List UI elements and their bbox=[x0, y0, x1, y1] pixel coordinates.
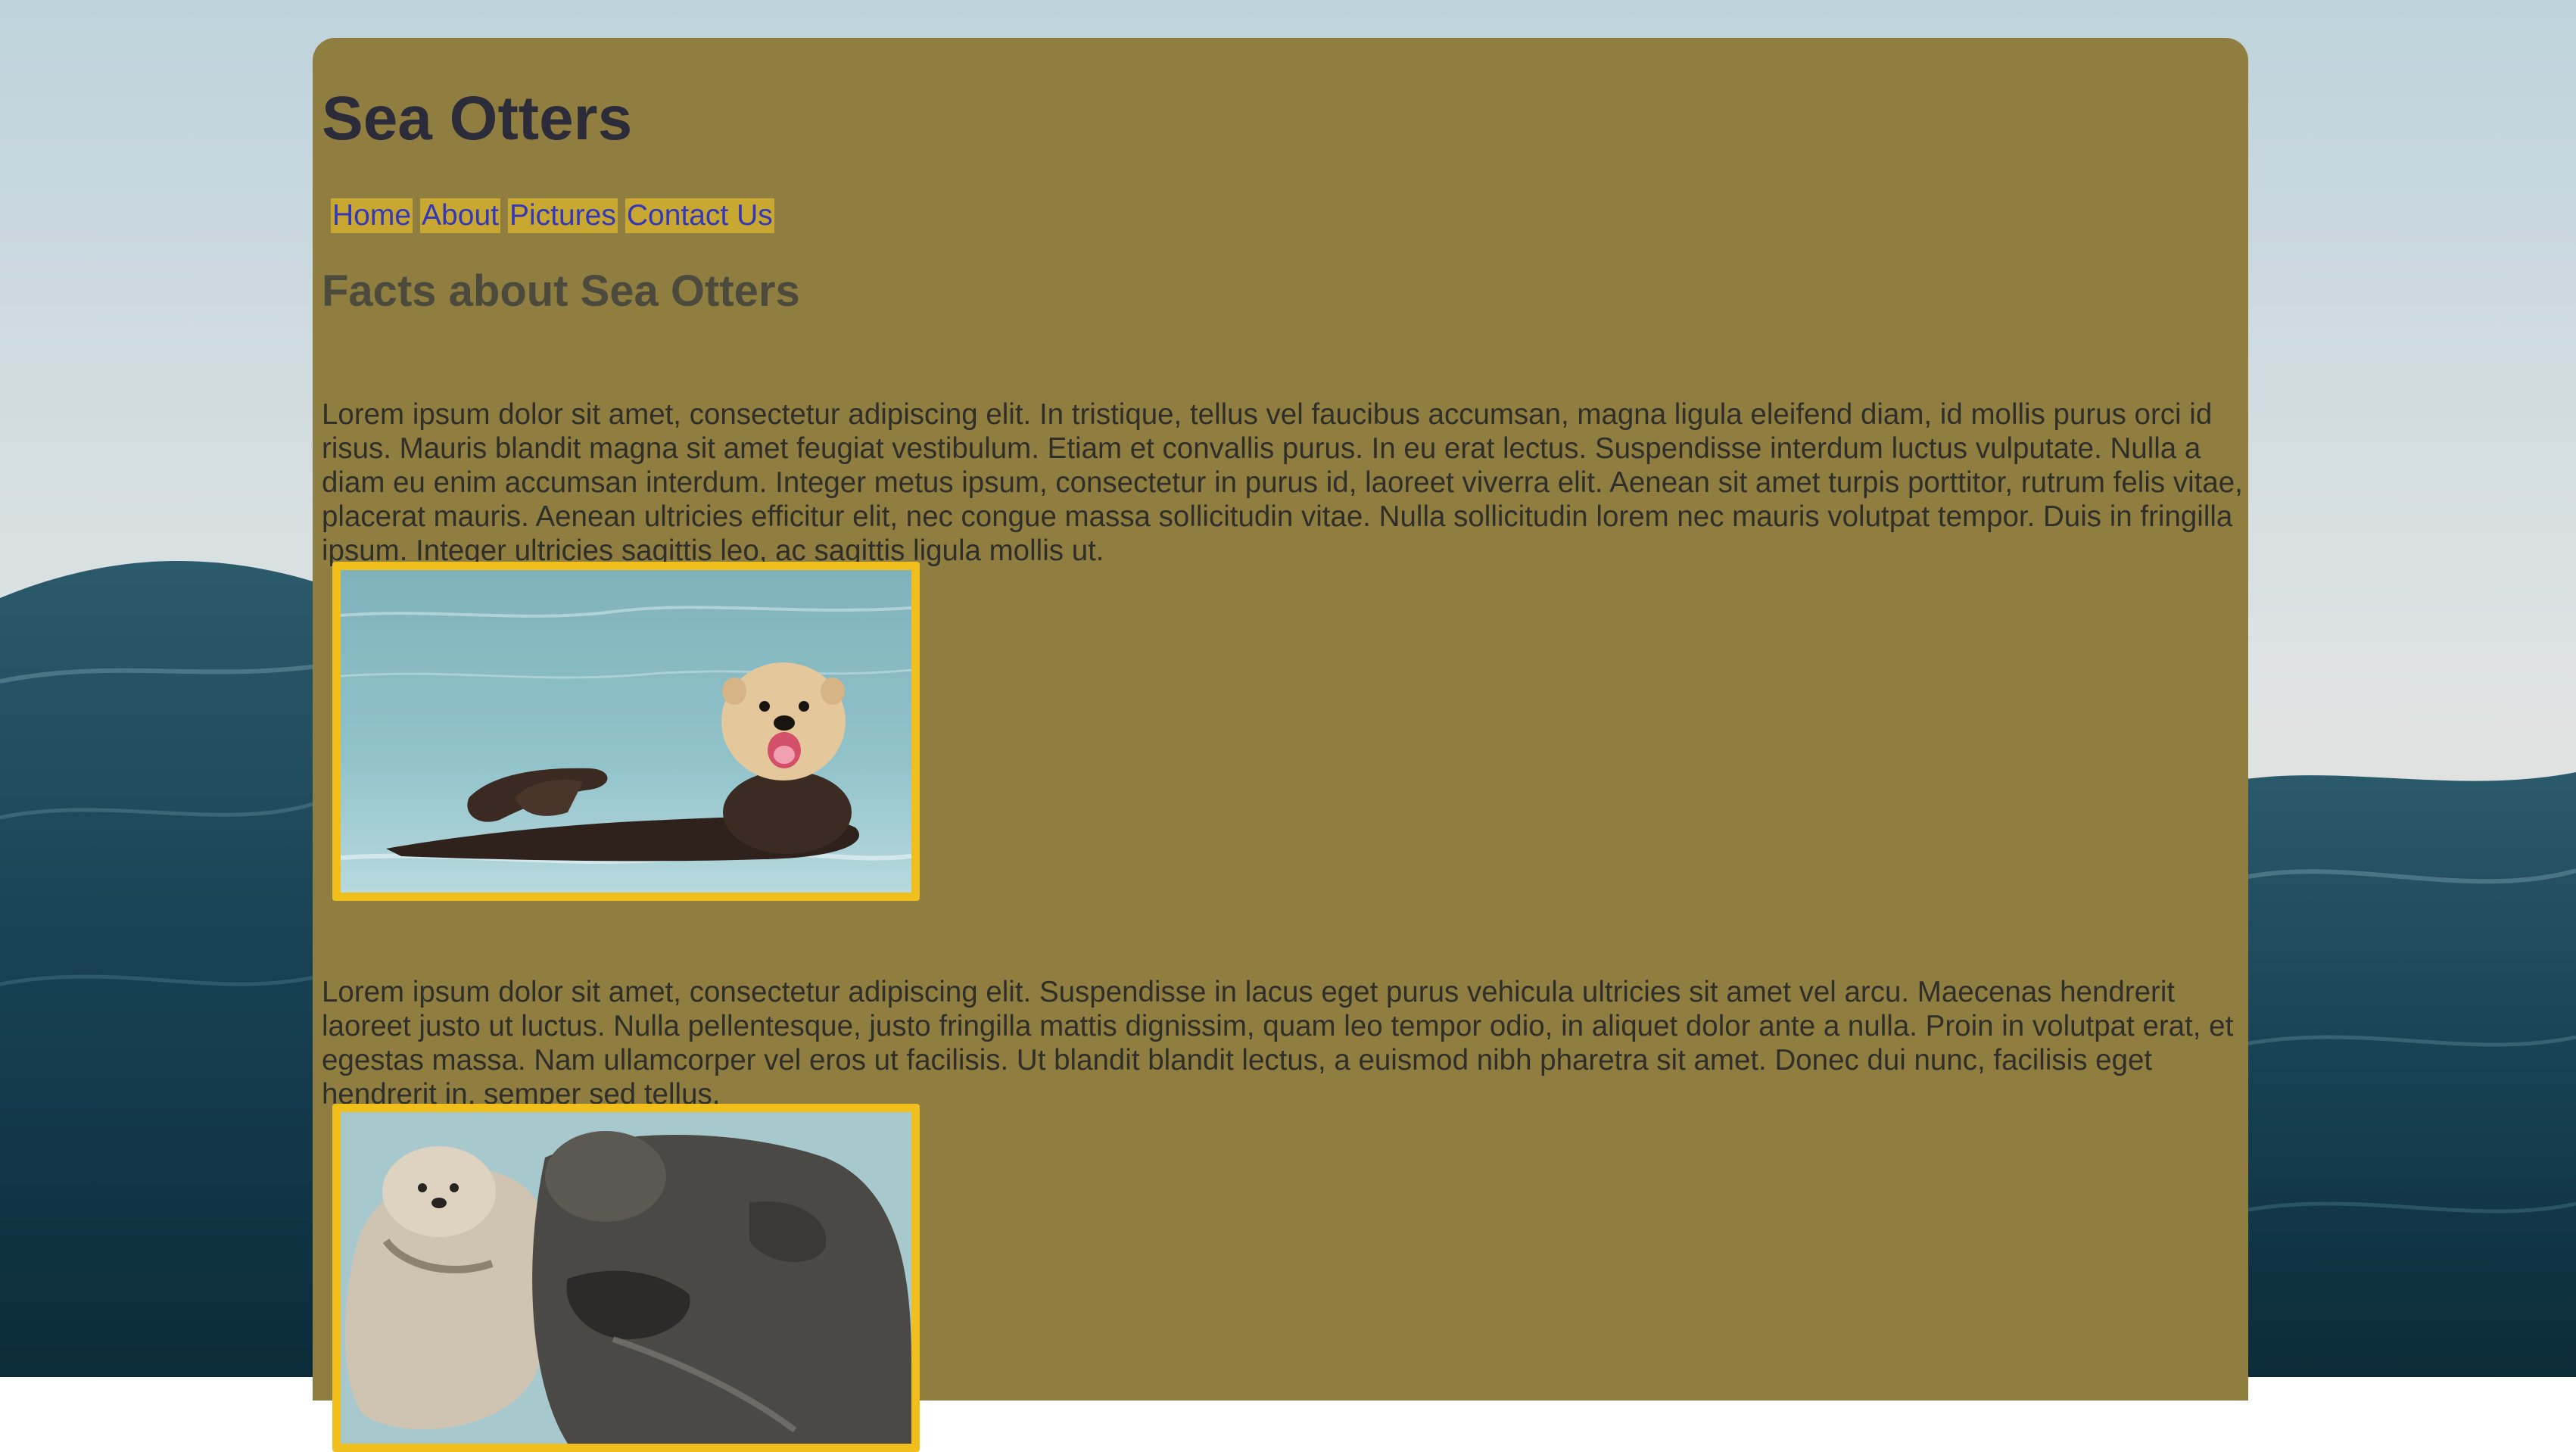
site-title: Sea Otters bbox=[322, 84, 633, 153]
nav-item-home[interactable]: Home bbox=[331, 198, 413, 233]
nav-item-about[interactable]: About bbox=[420, 198, 500, 233]
section-heading: Facts about Sea Otters bbox=[322, 266, 800, 316]
otters-holding-hands-image bbox=[341, 1112, 911, 1444]
otter-floating-image bbox=[341, 570, 911, 893]
main-nav: Home About Pictures Contact Us bbox=[331, 198, 774, 233]
otter-photo-2 bbox=[332, 1104, 920, 1452]
nav-item-contact-us[interactable]: Contact Us bbox=[625, 198, 774, 233]
paragraph-1: Lorem ipsum dolor sit amet, consectetur … bbox=[322, 398, 2243, 567]
otter-photo-1 bbox=[332, 562, 920, 901]
content-panel: Sea Otters Home About Pictures Contact U… bbox=[313, 38, 2248, 1452]
nav-item-pictures[interactable]: Pictures bbox=[507, 198, 618, 233]
paragraph-2: Lorem ipsum dolor sit amet, consectetur … bbox=[322, 976, 2234, 1111]
